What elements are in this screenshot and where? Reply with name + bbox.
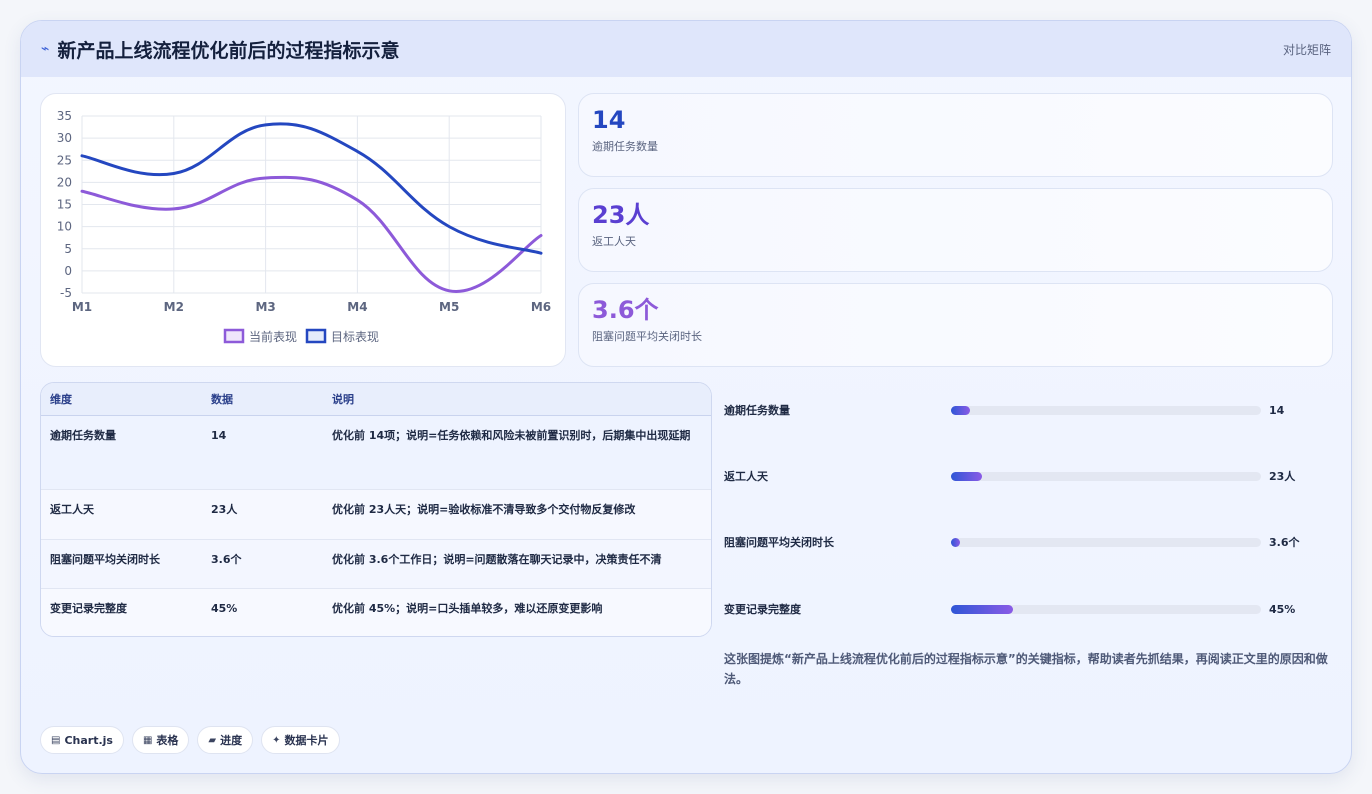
progress-value: 14 [1269,403,1285,417]
progress-fill [951,537,961,547]
cell-description: 优化前 23人天；说明=验收标准不清导致多个交付物反复修改 [323,489,711,540]
legend-swatch [305,328,327,344]
y-tick-label: 10 [57,220,72,234]
cell-dimension: 变更记录完整度 [41,588,202,636]
x-tick-label: M6 [531,300,551,314]
chip-table[interactable]: ▦ 表格 [131,726,190,754]
stat-label: 逾期任务数量 [592,140,658,153]
progress-label: 阻塞问题平均关闭时长 [724,536,834,549]
chip-progress[interactable]: ▰ 进度 [197,726,254,754]
y-tick-label: 25 [57,153,72,167]
cell-description: 优化前 14项；说明=任务依赖和风险未被前置识别时，后期集中出现延期 [323,415,711,490]
progress-fill [951,604,1013,614]
chip-label: 表格 [156,734,179,747]
x-tick-label: M5 [439,300,459,314]
data-table: 维度 数据 说明 逾期任务数量 14 优化前 14项；说明=任务依赖和风险未被前… [40,382,712,637]
progress-track [951,604,1261,614]
table-icon: ▦ [142,734,153,746]
cell-data: 14 [202,415,323,490]
legend-label: 当前表现 [249,329,297,344]
chip-label: 进度 [220,734,243,747]
legend-swatch [223,328,245,344]
table-row: 逾期任务数量 14 优化前 14项；说明=任务依赖和风险未被前置识别时，后期集中… [41,415,711,490]
y-tick-label: 0 [64,264,72,278]
cell-description: 优化前 3.6个工作日；说明=问题散落在聊天记录中，决策责任不清 [323,539,711,589]
stat-card-rework: 23人 返工人天 [578,188,1333,272]
chart-icon: ▤ [51,734,61,746]
stat-value: 3.6个 [592,296,659,324]
progress-icon: ▰ [208,734,217,746]
cell-data: 3.6个 [202,539,323,589]
legend-label: 目标表现 [331,330,379,344]
progress-row: 逾期任务数量 14 [724,400,1324,420]
y-tick-label: -5 [60,286,72,300]
main-card: ⌁ 新产品上线流程优化前后的过程指标示意 对比矩阵 35 30 25 20 15 10 5 0… [20,20,1352,774]
cell-dimension: 阻塞问题平均关闭时长 [41,539,202,589]
stat-card-blocker: 3.6个 阻塞问题平均关闭时长 [578,283,1333,367]
progress-track [951,537,1261,547]
progress-label: 返工人天 [724,470,768,483]
stat-value: 23人 [592,201,650,229]
table-row: 阻塞问题平均关闭时长 3.6个 优化前 3.6个工作日；说明=问题散落在聊天记录… [41,539,711,589]
y-tick-label: 20 [57,175,72,189]
sparkle-icon: ✦ [272,734,281,746]
summary-note: 这张图提炼“新产品上线流程优化前后的过程指标示意”的关键指标，帮助读者先抓结果，… [724,652,1328,686]
y-tick-label: 30 [57,131,72,145]
table-header-row: 维度 数据 说明 [41,383,711,416]
progress-label: 变更记录完整度 [724,603,801,616]
table-row: 变更记录完整度 45% 优化前 45%；说明=口头插单较多，难以还原变更影响 [41,588,711,636]
progress-track [951,471,1261,481]
page-title: 新产品上线流程优化前后的过程指标示意 [57,39,400,62]
progress-value: 23人 [1269,470,1296,483]
x-tick-label: M4 [347,300,367,314]
series-line-target [80,122,543,255]
progress-value: 3.6个 [1269,536,1300,549]
series-line-current [80,175,543,293]
progress-fill [951,471,982,481]
progress-value: 45% [1269,602,1296,616]
view-tag[interactable]: 对比矩阵 [1283,41,1331,58]
column-header: 维度 [41,383,202,416]
chart-svg: 35 30 25 20 15 10 5 0 -5M1 M2 M3 M4 M5 M6 当前表现 目标表现 [57,109,551,344]
header-bar: ⌁ 新产品上线流程优化前后的过程指标示意 对比矩阵 [21,21,1351,77]
column-header: 说明 [323,383,711,416]
cell-data: 45% [202,588,323,636]
chip-label: Chart.js [64,733,113,747]
progress-row: 变更记录完整度 45% [724,599,1324,619]
y-tick-label: 5 [64,242,72,256]
lightning-icon: ⌁ [41,41,50,57]
progress-row: 返工人天 23人 [724,466,1324,486]
y-tick-label: 15 [57,198,72,212]
chip-data-card[interactable]: ✦ 数据卡片 [261,726,340,754]
cell-description: 优化前 45%；说明=口头插单较多，难以还原变更影响 [323,588,711,636]
y-tick-label: 35 [57,109,72,123]
cell-dimension: 逾期任务数量 [41,415,202,490]
line-chart: 35 30 25 20 15 10 5 0 -5 M1 M2 M3 M4 M5 M6 当前表现 目标表现 [40,93,566,367]
progress-label: 逾期任务数量 [724,404,790,417]
progress-fill [951,405,970,415]
chip-label: 数据卡片 [284,734,329,747]
column-header: 数据 [202,383,323,416]
chip-bar: ▤ Chart.js ▦ 表格 ▰ 进度 ✦ 数据卡片 [40,726,340,754]
table-row: 返工人天 23人 优化前 23人天；说明=验收标准不清导致多个交付物反复修改 [41,489,711,540]
progress-row: 阻塞问题平均关闭时长 3.6个 [724,532,1324,552]
cell-dimension: 返工人天 [41,489,202,540]
x-tick-label: M1 [72,300,92,314]
progress-track [951,405,1261,415]
cell-data: 23人 [202,489,323,540]
stat-label: 返工人天 [592,235,636,248]
stat-value: 14 [592,106,626,134]
stat-card-overdue: 14 逾期任务数量 [578,93,1333,177]
x-tick-label: M3 [255,300,275,314]
chip-chartjs[interactable]: ▤ Chart.js [40,726,124,754]
x-tick-label: M2 [164,300,184,314]
stat-label: 阻塞问题平均关闭时长 [592,330,702,343]
